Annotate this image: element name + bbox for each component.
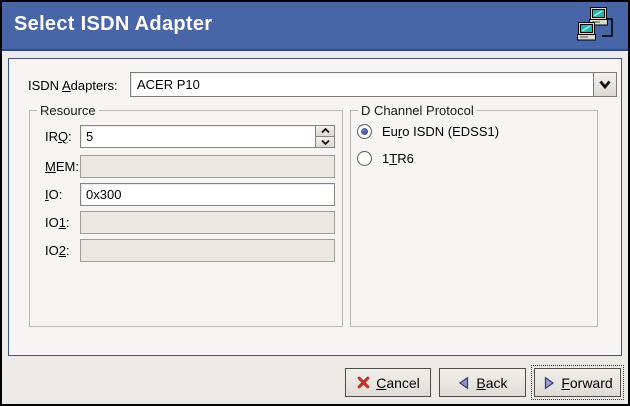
forward-button[interactable]: Forward <box>534 368 621 397</box>
cancel-x-icon <box>356 375 371 390</box>
cancel-button-label: Cancel <box>376 375 420 391</box>
mem-label: MEM: <box>45 159 79 174</box>
cancel-button[interactable]: Cancel <box>345 368 431 397</box>
dchannel-group: D Channel Protocol Euro ISDN (EDSS1) 1TR… <box>350 110 598 327</box>
dialog-button-row: Cancel Back Forward <box>345 368 621 397</box>
spin-down-button[interactable] <box>316 137 334 147</box>
irq-label: IRQ: <box>45 129 72 144</box>
radio-euro-isdn-label: Euro ISDN (EDSS1) <box>382 124 499 139</box>
mem-input <box>80 155 335 178</box>
isdn-adapters-label: ISDN Adapters: <box>28 78 118 93</box>
radio-euro-isdn[interactable]: Euro ISDN (EDSS1) <box>357 123 499 140</box>
io-input[interactable] <box>80 183 335 206</box>
io-row: IO: <box>30 183 342 206</box>
radio-unselected-icon <box>357 151 372 166</box>
dialog-header: Select ISDN Adapter <box>2 2 628 51</box>
io2-input <box>80 239 335 262</box>
isdn-adapter-dialog: Select ISDN Adapter <box>0 0 630 406</box>
back-button[interactable]: Back <box>439 368 526 397</box>
mem-row: MEM: <box>30 155 342 178</box>
isdn-adapters-combobox[interactable]: ACER P10 <box>130 72 617 97</box>
dchannel-group-title: D Channel Protocol <box>358 103 477 118</box>
irq-spinner <box>80 125 335 148</box>
resource-group: Resource IRQ: <box>29 110 343 327</box>
radio-1tr6[interactable]: 1TR6 <box>357 150 414 167</box>
combobox-dropdown-button[interactable] <box>593 73 616 96</box>
network-computers-icon <box>575 5 615 52</box>
combobox-selected-value: ACER P10 <box>131 77 593 92</box>
io2-label: IO2: <box>45 243 70 258</box>
arrow-right-icon <box>542 376 556 390</box>
irq-row: IRQ: <box>30 125 342 148</box>
chevron-down-icon <box>321 139 330 145</box>
content-panel: ISDN Adapters: ACER P10 Resource IRQ: <box>8 58 622 356</box>
irq-input[interactable] <box>81 126 315 147</box>
radio-selected-icon <box>357 124 372 139</box>
resource-group-title: Resource <box>37 103 99 118</box>
io1-input <box>80 211 335 234</box>
io1-label: IO1: <box>45 215 70 230</box>
io2-row: IO2: <box>30 239 342 262</box>
chevron-down-icon <box>599 80 611 89</box>
arrow-left-icon <box>457 376 471 390</box>
irq-spin-buttons <box>315 126 334 147</box>
io-label: IO: <box>45 187 62 202</box>
io1-row: IO1: <box>30 211 342 234</box>
radio-1tr6-label: 1TR6 <box>382 151 414 166</box>
chevron-up-icon <box>321 128 330 134</box>
back-button-label: Back <box>476 375 507 391</box>
spin-up-button[interactable] <box>316 126 334 137</box>
page-title: Select ISDN Adapter <box>14 13 212 36</box>
forward-button-label: Forward <box>561 375 612 391</box>
